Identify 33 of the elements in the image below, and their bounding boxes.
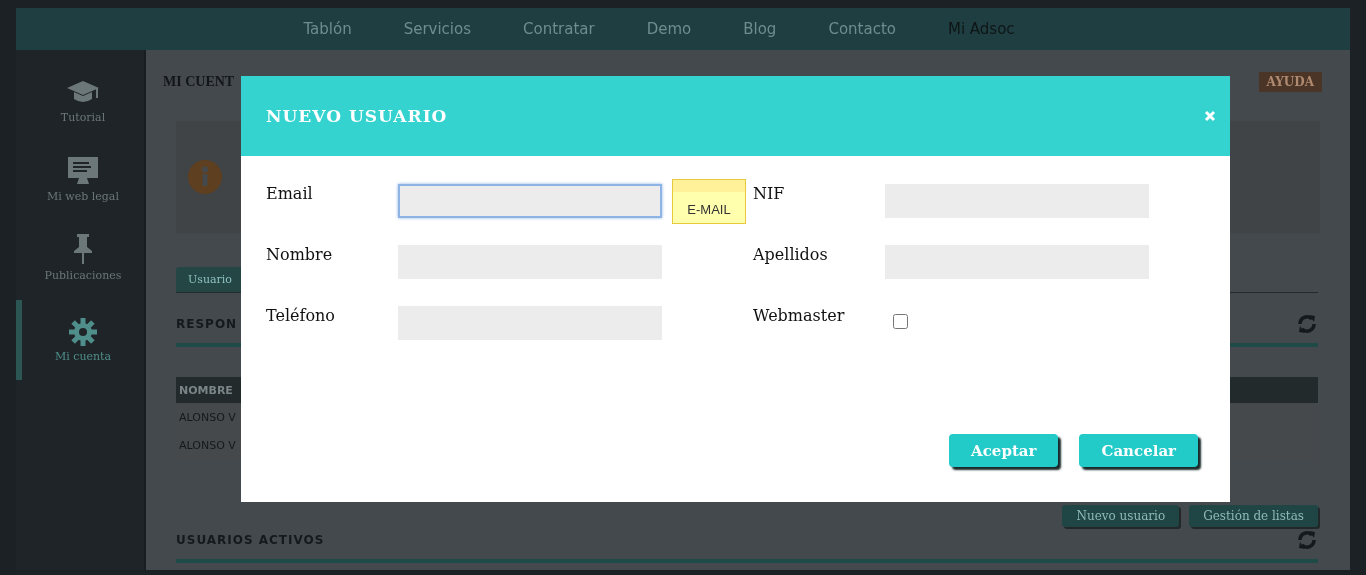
- dialog-button[interactable]: Cancelar: [1079, 434, 1198, 467]
- tooltip-text: E-MAIL: [687, 202, 731, 217]
- nav-link[interactable]: Tablón: [303, 20, 352, 38]
- sidebar-item[interactable]: Mi web legal: [16, 140, 144, 218]
- gear-icon: [69, 317, 97, 346]
- action-button[interactable]: Nuevo usuario: [1062, 505, 1180, 527]
- pushpin-icon: [72, 232, 94, 265]
- close-icon[interactable]: [1204, 110, 1216, 122]
- nav-link[interactable]: Contratar: [523, 20, 595, 38]
- nav-link[interactable]: Blog: [743, 20, 777, 38]
- monitor-icon: [67, 155, 99, 186]
- nav-link[interactable]: Demo: [646, 20, 692, 38]
- field-label: NIF: [753, 184, 786, 203]
- checkbox[interactable]: [893, 314, 908, 329]
- column-header: NOMBRE: [179, 383, 233, 397]
- field-label: Apellidos: [753, 245, 829, 264]
- input-field[interactable]: [398, 184, 662, 218]
- nav-link[interactable]: Servicios: [403, 20, 471, 38]
- field-label: Webmaster: [753, 306, 846, 325]
- action-button[interactable]: Gestión de listas: [1189, 505, 1318, 527]
- refresh-icon[interactable]: [1296, 529, 1318, 551]
- field-label: Email: [266, 184, 314, 203]
- info-icon: [188, 160, 222, 194]
- field-label: Nombre: [266, 245, 334, 264]
- nav-link[interactable]: Contacto: [828, 20, 896, 38]
- sidebar-item[interactable]: Publicaciones: [16, 218, 144, 296]
- field-label: Teléfono: [266, 306, 336, 325]
- refresh-icon[interactable]: [1296, 313, 1318, 335]
- sidebar-item[interactable]: Tutorial: [16, 62, 144, 140]
- help-badge[interactable]: AYUDA: [1258, 72, 1322, 92]
- tab[interactable]: Usuario: [176, 267, 244, 292]
- dialog-title: NUEVO USUARIO: [266, 106, 448, 126]
- dialog-button[interactable]: Aceptar: [949, 434, 1059, 467]
